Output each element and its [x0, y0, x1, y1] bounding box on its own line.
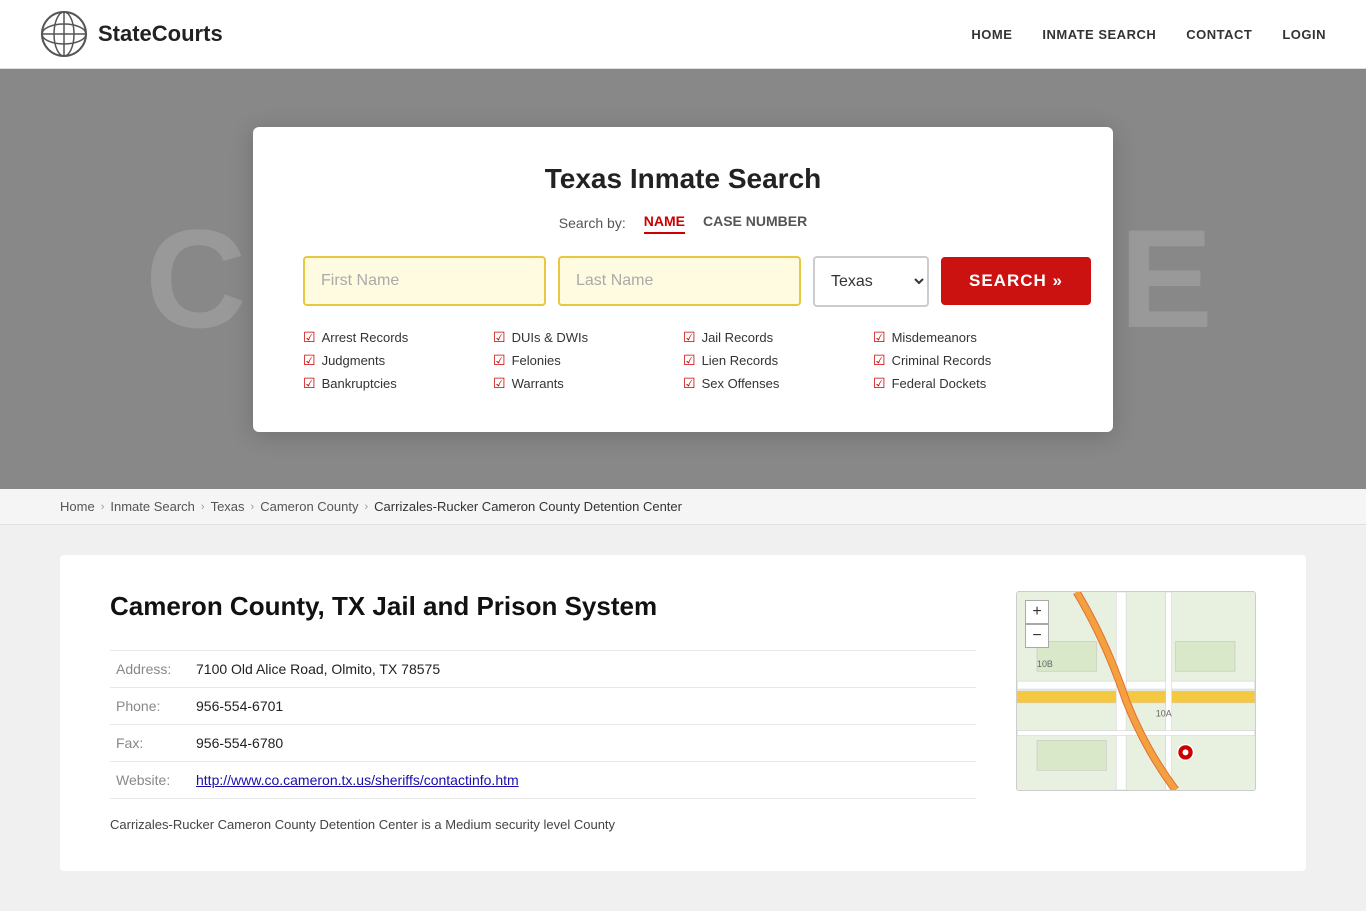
address-label: Address: [110, 651, 190, 688]
check-bankruptcies: ☑ Bankruptcies [303, 375, 493, 392]
phone-label: Phone: [110, 688, 190, 725]
website-row: Website: http://www.co.cameron.tx.us/she… [110, 762, 976, 799]
search-by-label: Search by: [559, 215, 626, 231]
breadcrumb-texas[interactable]: Texas [211, 499, 245, 514]
check-icon-judgments: ☑ [303, 352, 316, 369]
facility-title: Cameron County, TX Jail and Prison Syste… [110, 591, 976, 622]
website-value[interactable]: http://www.co.cameron.tx.us/sheriffs/con… [190, 762, 976, 799]
checkboxes-grid: ☑ Arrest Records ☑ DUIs & DWIs ☑ Jail Re… [303, 329, 1063, 392]
phone-row: Phone: 956-554-6701 [110, 688, 976, 725]
breadcrumb-sep-3: › [251, 501, 255, 513]
search-card: Texas Inmate Search Search by: NAME CASE… [253, 127, 1113, 432]
facility-info-table: Address: 7100 Old Alice Road, Olmito, TX… [110, 650, 976, 799]
check-criminal-records: ☑ Criminal Records [873, 352, 1063, 369]
breadcrumb-cameron-county[interactable]: Cameron County [260, 499, 358, 514]
website-link[interactable]: http://www.co.cameron.tx.us/sheriffs/con… [196, 772, 519, 788]
check-icon-bankruptcies: ☑ [303, 375, 316, 392]
site-header: StateCourts HOME INMATE SEARCH CONTACT L… [0, 0, 1366, 69]
check-arrest-records: ☑ Arrest Records [303, 329, 493, 346]
first-name-input[interactable] [303, 256, 546, 306]
check-felonies: ☑ Felonies [493, 352, 683, 369]
logo[interactable]: StateCourts [40, 10, 223, 58]
check-icon-jail: ☑ [683, 329, 696, 346]
phone-value: 956-554-6701 [190, 688, 976, 725]
content-right: + − [1016, 591, 1256, 835]
logo-label: StateCourts [98, 21, 223, 47]
check-icon-criminal: ☑ [873, 352, 886, 369]
hero-section: COURTHOUSE Texas Inmate Search Search by… [0, 69, 1366, 489]
breadcrumb-inmate-search[interactable]: Inmate Search [110, 499, 195, 514]
search-by-row: Search by: NAME CASE NUMBER [303, 213, 1063, 234]
last-name-input[interactable] [558, 256, 801, 306]
map-zoom-controls: + − [1025, 600, 1049, 648]
check-sex-offenses: ☑ Sex Offenses [683, 375, 873, 392]
check-duis-dwis: ☑ DUIs & DWIs [493, 329, 683, 346]
breadcrumb-sep-2: › [201, 501, 205, 513]
check-jail-records: ☑ Jail Records [683, 329, 873, 346]
map-zoom-out[interactable]: − [1025, 624, 1049, 648]
main-content: Cameron County, TX Jail and Prison Syste… [0, 525, 1366, 911]
fax-value: 956-554-6780 [190, 725, 976, 762]
content-card: Cameron County, TX Jail and Prison Syste… [60, 555, 1306, 871]
website-label: Website: [110, 762, 190, 799]
nav-home[interactable]: HOME [971, 27, 1012, 42]
nav-login[interactable]: LOGIN [1282, 27, 1326, 42]
check-lien-records: ☑ Lien Records [683, 352, 873, 369]
svg-text:10A: 10A [1156, 709, 1172, 719]
check-icon-lien: ☑ [683, 352, 696, 369]
tab-name[interactable]: NAME [644, 213, 685, 234]
content-left: Cameron County, TX Jail and Prison Syste… [110, 591, 976, 835]
svg-text:10B: 10B [1037, 659, 1053, 669]
check-icon-misdemeanors: ☑ [873, 329, 886, 346]
search-button[interactable]: SEARCH » [941, 257, 1091, 305]
logo-icon [40, 10, 88, 58]
search-card-title: Texas Inmate Search [303, 163, 1063, 195]
check-misdemeanors: ☑ Misdemeanors [873, 329, 1063, 346]
main-nav: HOME INMATE SEARCH CONTACT LOGIN [971, 27, 1326, 42]
address-value: 7100 Old Alice Road, Olmito, TX 78575 [190, 651, 976, 688]
nav-inmate-search[interactable]: INMATE SEARCH [1042, 27, 1156, 42]
check-judgments: ☑ Judgments [303, 352, 493, 369]
fax-row: Fax: 956-554-6780 [110, 725, 976, 762]
tab-case-number[interactable]: CASE NUMBER [703, 213, 807, 234]
fax-label: Fax: [110, 725, 190, 762]
check-icon-felonies: ☑ [493, 352, 506, 369]
check-icon-duis: ☑ [493, 329, 506, 346]
state-select[interactable]: Texas Alabama Alaska Arizona California … [813, 256, 929, 307]
check-icon-sex-offenses: ☑ [683, 375, 696, 392]
breadcrumb-home[interactable]: Home [60, 499, 95, 514]
search-inputs-row: Texas Alabama Alaska Arizona California … [303, 256, 1063, 307]
breadcrumb: Home › Inmate Search › Texas › Cameron C… [0, 489, 1366, 525]
facility-description: Carrizales-Rucker Cameron County Detenti… [110, 815, 976, 835]
check-icon-federal: ☑ [873, 375, 886, 392]
address-row: Address: 7100 Old Alice Road, Olmito, TX… [110, 651, 976, 688]
map-container: + − [1016, 591, 1256, 791]
check-warrants: ☑ Warrants [493, 375, 683, 392]
check-icon-warrants: ☑ [493, 375, 506, 392]
check-icon-arrest: ☑ [303, 329, 316, 346]
breadcrumb-sep-1: › [101, 501, 105, 513]
map-svg: 10A 10B [1017, 592, 1255, 790]
map-placeholder: + − [1017, 592, 1255, 790]
map-zoom-in[interactable]: + [1025, 600, 1049, 624]
nav-contact[interactable]: CONTACT [1186, 27, 1252, 42]
breadcrumb-sep-4: › [365, 501, 369, 513]
breadcrumb-current: Carrizales-Rucker Cameron County Detenti… [374, 499, 682, 514]
check-federal-dockets: ☑ Federal Dockets [873, 375, 1063, 392]
